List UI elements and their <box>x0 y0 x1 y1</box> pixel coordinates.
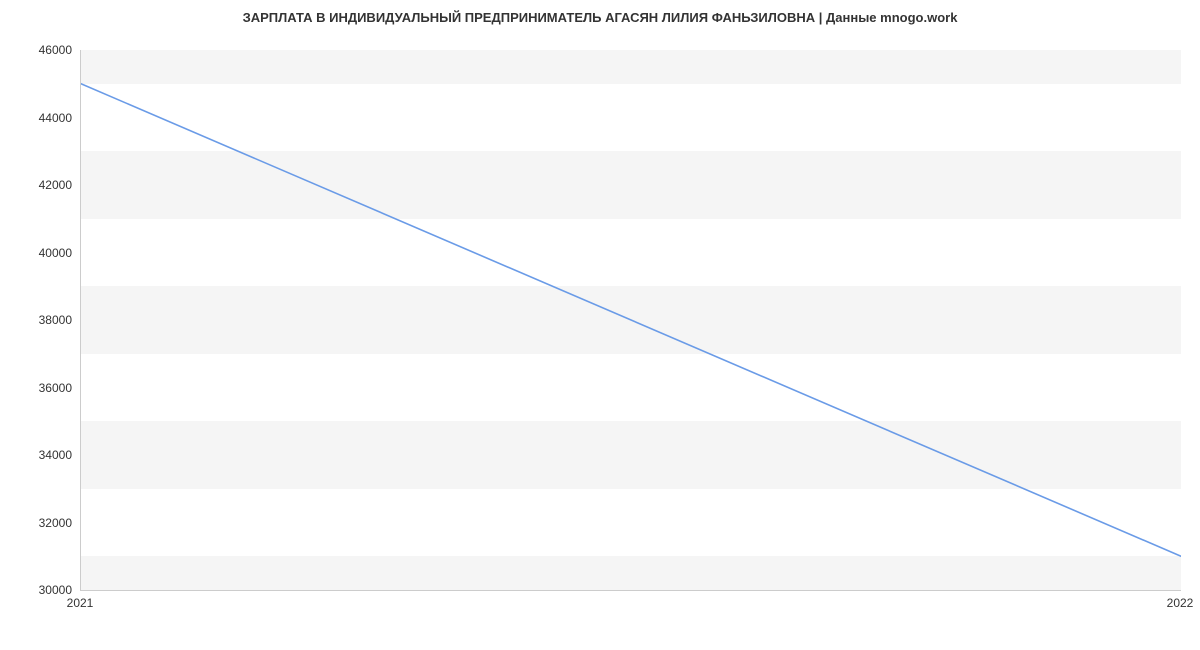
y-tick-label: 40000 <box>12 246 72 260</box>
y-tick-label: 30000 <box>12 583 72 597</box>
x-tick-label: 2022 <box>1167 596 1194 610</box>
plot-area <box>80 50 1181 591</box>
y-tick-label: 46000 <box>12 43 72 57</box>
chart-container: ЗАРПЛАТА В ИНДИВИДУАЛЬНЫЙ ПРЕДПРИНИМАТЕЛ… <box>0 0 1200 650</box>
y-tick-label: 36000 <box>12 381 72 395</box>
line-series <box>81 50 1181 590</box>
chart-title: ЗАРПЛАТА В ИНДИВИДУАЛЬНЫЙ ПРЕДПРИНИМАТЕЛ… <box>0 10 1200 25</box>
x-tick-label: 2021 <box>67 596 94 610</box>
y-tick-label: 32000 <box>12 516 72 530</box>
y-tick-label: 34000 <box>12 448 72 462</box>
y-tick-label: 42000 <box>12 178 72 192</box>
y-tick-label: 38000 <box>12 313 72 327</box>
y-tick-label: 44000 <box>12 111 72 125</box>
